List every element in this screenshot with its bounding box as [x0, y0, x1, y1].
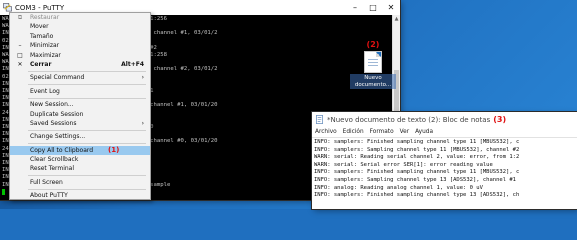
minimize-icon: – [18, 42, 22, 50]
text-file-icon [365, 52, 381, 72]
minimize-button[interactable]: – [346, 0, 364, 15]
menu-item-label: Cerrar [30, 60, 52, 68]
notepad-line: INFO: analog: Reading analog channel 1, … [314, 184, 483, 191]
menu-item-minimizar[interactable]: – Minimizar [10, 41, 150, 50]
notepad-title: *Nuevo documento de texto (2): Bloc de n… [327, 115, 491, 124]
menu-item-special-command[interactable]: Special Command › [10, 73, 150, 82]
notepad-line: INFO: samplers: Sampling channel type 13… [314, 176, 516, 183]
menu-separator [28, 143, 146, 145]
menu-item-label: Restaurar [30, 14, 60, 21]
notepad-line: INFO: samplers: Finished sampling channe… [314, 169, 520, 176]
menu-item-about-putty[interactable]: About PuTTY [10, 191, 150, 200]
notepad-menu-edición[interactable]: Edición [343, 129, 364, 135]
submenu-arrow-icon: › [141, 119, 144, 127]
notepad-menubar: Archivo Edición Formato Ver Ayuda [312, 127, 577, 138]
maximize-button[interactable]: □ [364, 0, 382, 15]
notepad-menu-archivo[interactable]: Archivo [315, 129, 337, 135]
menu-item-label: Maximizar [30, 51, 61, 59]
menu-item-label: Special Command [30, 74, 85, 82]
submenu-arrow-icon: › [141, 74, 144, 82]
notepad-line: INFO: samplers: Finished sampling channe… [314, 139, 520, 145]
callout-3: (3) [493, 115, 507, 124]
scroll-up-icon[interactable]: ▲ [393, 15, 400, 23]
desktop-file-label: Nuevo documento... [350, 74, 396, 89]
menu-item-label: Event Log [30, 87, 60, 95]
menu-item-maximizar[interactable]: □ Maximizar [10, 51, 150, 60]
notepad-window: *Nuevo documento de texto (2): Bloc de n… [312, 112, 577, 209]
close-button[interactable]: ✕ [382, 0, 400, 15]
menu-shortcut: Alt+F4 [121, 60, 144, 68]
menu-item-label: Minimizar [30, 42, 60, 50]
notepad-menu-formato[interactable]: Formato [370, 129, 394, 135]
menu-item-mover[interactable]: Mover [10, 22, 150, 31]
notepad-menu-ver[interactable]: Ver [400, 129, 409, 135]
menu-item-label: Mover [30, 23, 49, 31]
putty-title: COM3 - PuTTY [15, 3, 65, 12]
menu-item-label: Saved Sessions [30, 119, 77, 127]
menu-separator [28, 70, 146, 72]
menu-item-label: Clear Scrollback [30, 156, 79, 164]
notepad-line: INFO: samplers: Sampling channel type 11… [314, 146, 520, 153]
restore-icon: ⧉ [17, 14, 23, 21]
terminal-cursor [2, 188, 5, 195]
menu-separator [28, 175, 146, 177]
system-menu: ⧉ Restaurar Mover Tamaño – Minimizar □ Maximiza… [9, 12, 151, 200]
notepad-text-area[interactable]: INFO: samplers: Finished sampling channe… [312, 138, 577, 210]
menu-item-label: New Session... [30, 101, 74, 109]
menu-separator [28, 129, 146, 131]
maximize-icon: □ [17, 51, 23, 59]
menu-item-restaurar[interactable]: ⧉ Restaurar [10, 13, 150, 22]
menu-item-new-session[interactable]: New Session... [10, 100, 150, 109]
notepad-app-icon [316, 115, 323, 124]
menu-item-full-screen[interactable]: Full Screen [10, 178, 150, 187]
menu-item-tamaño[interactable]: Tamaño [10, 32, 150, 41]
menu-item-label: Tamaño [30, 32, 54, 40]
menu-item-reset-terminal[interactable]: Reset Terminal [10, 164, 150, 173]
menu-item-copy-all-to-clipboard[interactable]: Copy All to Clipboard (1) [10, 145, 150, 156]
menu-item-label: Full Screen [30, 178, 63, 186]
notepad-line: WARN: serial: Serial error SER[1]: error… [314, 161, 493, 168]
menu-item-cerrar[interactable]: ✕ Cerrar Alt+F4 [10, 60, 150, 69]
callout-1: (1) [108, 145, 120, 154]
notepad-menu-ayuda[interactable]: Ayuda [415, 129, 433, 135]
putty-app-icon[interactable] [3, 3, 12, 12]
menu-item-label: Change Settings... [30, 133, 86, 141]
menu-item-label: About PuTTY [30, 192, 68, 200]
menu-item-saved-sessions[interactable]: Saved Sessions › [10, 119, 150, 128]
menu-item-label: Reset Terminal [30, 165, 75, 173]
notepad-line: WARN: serial: Reading serial channel 2, … [314, 154, 520, 161]
desktop-file-icon[interactable]: (2) Nuevo documento... [350, 40, 396, 89]
menu-item-label: Copy All to Clipboard [30, 146, 94, 154]
menu-separator [28, 84, 146, 86]
menu-item-change-settings[interactable]: Change Settings... [10, 132, 150, 141]
menu-separator [28, 188, 146, 190]
menu-separator [28, 97, 146, 99]
menu-item-event-log[interactable]: Event Log [10, 87, 150, 96]
menu-item-clear-scrollback[interactable]: Clear Scrollback [10, 155, 150, 164]
callout-2: (2) [366, 40, 380, 49]
close-icon: ✕ [17, 60, 23, 68]
menu-item-duplicate-session[interactable]: Duplicate Session [10, 110, 150, 119]
notepad-titlebar[interactable]: *Nuevo documento de texto (2): Bloc de n… [312, 112, 577, 127]
notepad-line: INFO: samplers: Finished sampling channe… [314, 192, 520, 199]
menu-item-label: Duplicate Session [30, 110, 84, 118]
